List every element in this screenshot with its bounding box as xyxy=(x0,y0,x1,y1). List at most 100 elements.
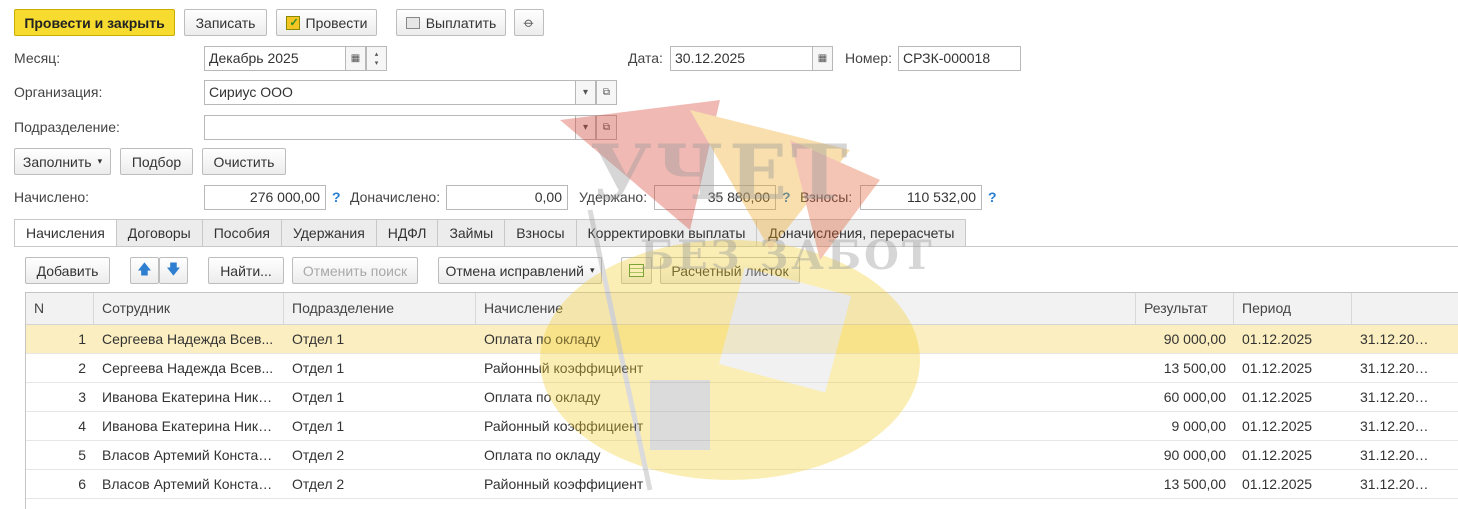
extra-accrued-field[interactable]: 0,00 xyxy=(446,185,568,210)
tab-contracts[interactable]: Договоры xyxy=(116,219,203,247)
department-open-icon[interactable]: ⧉ xyxy=(596,115,617,140)
tab-income-tax[interactable]: НДФЛ xyxy=(376,219,439,247)
column-header-period-end[interactable] xyxy=(1352,293,1458,324)
cancel-corrections-label: Отмена исправлений xyxy=(445,262,584,279)
pay-button[interactable]: Выплатить xyxy=(396,9,506,36)
accrued-help-icon[interactable]: ? xyxy=(332,189,341,205)
add-button[interactable]: Добавить xyxy=(25,257,110,284)
organization-label: Организация: xyxy=(14,84,103,100)
tab-contributions[interactable]: Взносы xyxy=(505,219,577,247)
result-cell: 90 000,00 xyxy=(1163,447,1226,463)
table-row[interactable]: 3 Иванова Екатерина Нико... Отдел 1 Оплата … xyxy=(26,383,1458,412)
cancel-search-button[interactable]: Отменить поиск xyxy=(292,257,418,284)
withheld-help-icon[interactable]: ? xyxy=(782,189,791,205)
fill-button-label: Заполнить xyxy=(22,153,92,170)
save-button[interactable]: Записать xyxy=(184,9,267,36)
tab-additional-accruals[interactable]: Доначисления, перерасчеты xyxy=(757,219,967,247)
department-cell: Отдел 1 xyxy=(292,360,345,376)
table-row[interactable]: 6 Власов Артемий Констан... Отдел 2 Районны… xyxy=(26,470,1458,499)
column-header-period[interactable]: Период xyxy=(1234,293,1352,324)
organization-open-icon[interactable]: ⧉ xyxy=(596,80,617,105)
period-start-cell: 01.12.2025 xyxy=(1242,360,1313,376)
row-number: 4 xyxy=(78,418,86,434)
table-row[interactable]: 5 Власов Артемий Констан... Отдел 2 Оплата … xyxy=(26,441,1458,470)
period-start-cell: 01.12.2025 xyxy=(1242,331,1313,347)
period-start-cell: 01.12.2025 xyxy=(1242,389,1313,405)
spreadsheet-button[interactable] xyxy=(621,257,652,284)
result-cell: 90 000,00 xyxy=(1163,331,1226,347)
department-field[interactable] xyxy=(204,115,576,140)
result-cell: 9 000,00 xyxy=(1171,418,1227,434)
attachment-button[interactable]: ⌀ xyxy=(514,9,544,36)
department-cell: Отдел 1 xyxy=(292,418,345,434)
department-label: Подразделение: xyxy=(14,119,120,135)
employee-cell: Иванова Екатерина Нико... xyxy=(102,389,278,405)
row-number: 6 xyxy=(78,476,86,492)
column-header-n[interactable]: N xyxy=(26,293,94,324)
tab-accruals[interactable]: Начисления xyxy=(14,219,117,247)
withheld-field[interactable]: 35 880,00 xyxy=(654,185,776,210)
department-dropdown-icon[interactable]: ▾ xyxy=(575,115,596,140)
select-button[interactable]: Подбор xyxy=(120,148,193,175)
department-cell: Отдел 2 xyxy=(292,476,345,492)
month-calendar-icon[interactable]: ▦ xyxy=(345,46,366,71)
row-number: 2 xyxy=(78,360,86,376)
table-row[interactable]: 1 Сергеева Надежда Всев... Отдел 1 Оплата п… xyxy=(26,325,1458,354)
month-stepper[interactable]: ▴ ▾ xyxy=(366,46,387,71)
fill-button[interactable]: Заполнить ▾ xyxy=(14,148,111,175)
table-row[interactable]: 2 Сергеева Надежда Всев... Отдел 1 Районный… xyxy=(26,354,1458,383)
clear-button[interactable]: Очистить xyxy=(202,148,286,175)
accrual-cell: Оплата по окладу xyxy=(484,331,601,347)
column-header-result[interactable]: Результат xyxy=(1136,293,1234,324)
date-field[interactable]: 30.12.2025 xyxy=(670,46,813,71)
column-header-accrual[interactable]: Начисление xyxy=(476,293,1136,324)
month-field[interactable]: Декабрь 2025 xyxy=(204,46,346,71)
period-start-cell: 01.12.2025 xyxy=(1242,447,1313,463)
accrued-field[interactable]: 276 000,00 xyxy=(204,185,326,210)
result-cell: 13 500,00 xyxy=(1163,476,1226,492)
table-header: N Сотрудник Подразделение Начисление Рез… xyxy=(26,293,1458,325)
period-end-cell: 31.12.2025 xyxy=(1360,418,1431,434)
date-calendar-icon[interactable]: ▦ xyxy=(812,46,833,71)
arrow-up-icon: 🡅 xyxy=(137,260,152,277)
move-up-button[interactable]: 🡅 xyxy=(130,257,159,284)
cancel-corrections-button[interactable]: Отмена исправлений ▾ xyxy=(438,257,602,284)
organization-dropdown-icon[interactable]: ▾ xyxy=(575,80,596,105)
department-cell: Отдел 2 xyxy=(292,447,345,463)
post-button[interactable]: ✓ Провести xyxy=(276,9,377,36)
post-icon: ✓ xyxy=(285,15,300,30)
paperclip-icon: ⌀ xyxy=(520,13,538,31)
number-field[interactable]: СРЗК-000018 xyxy=(898,46,1021,71)
spreadsheet-icon xyxy=(629,264,644,277)
table-row[interactable]: 4 Иванова Екатерина Нико... Отдел 1 Районны… xyxy=(26,412,1458,441)
period-end-cell: 31.12.2025 xyxy=(1360,331,1431,347)
contributions-field[interactable]: 110 532,00 xyxy=(860,185,982,210)
period-start-cell: 01.12.2025 xyxy=(1242,476,1313,492)
employee-cell: Сергеева Надежда Всев... xyxy=(102,360,274,376)
extra-accrued-label: Доначислено: xyxy=(350,189,441,205)
contributions-help-icon[interactable]: ? xyxy=(988,189,997,205)
organization-field[interactable]: Сириус ООО xyxy=(204,80,576,105)
column-header-department[interactable]: Подразделение xyxy=(284,293,476,324)
post-and-close-button[interactable]: Провести и закрыть xyxy=(14,9,175,36)
accrual-cell: Оплата по окладу xyxy=(484,447,601,463)
contributions-label: Взносы: xyxy=(800,189,853,205)
accruals-table: N Сотрудник Подразделение Начисление Рез… xyxy=(25,292,1458,509)
payslip-button[interactable]: Расчетный листок xyxy=(660,257,800,284)
result-cell: 60 000,00 xyxy=(1163,389,1226,405)
period-end-cell: 31.12.2025 xyxy=(1360,389,1431,405)
tab-bar: Начисления Договоры Пособия Удержания НД… xyxy=(14,219,967,247)
post-button-label: Провести xyxy=(305,14,368,31)
tab-payment-corrections[interactable]: Корректировки выплаты xyxy=(576,219,758,247)
tab-loans[interactable]: Займы xyxy=(438,219,506,247)
month-label: Месяц: xyxy=(14,50,61,66)
accrual-cell: Районный коэффициент xyxy=(484,418,644,434)
move-down-button[interactable]: 🡇 xyxy=(159,257,188,284)
withheld-label: Удержано: xyxy=(579,189,648,205)
period-end-cell: 31.12.2025 xyxy=(1360,476,1431,492)
find-button[interactable]: Найти... xyxy=(208,257,284,284)
tab-deductions[interactable]: Удержания xyxy=(281,219,377,247)
column-header-employee[interactable]: Сотрудник xyxy=(94,293,284,324)
accrued-label: Начислено: xyxy=(14,189,90,205)
tab-benefits[interactable]: Пособия xyxy=(202,219,282,247)
